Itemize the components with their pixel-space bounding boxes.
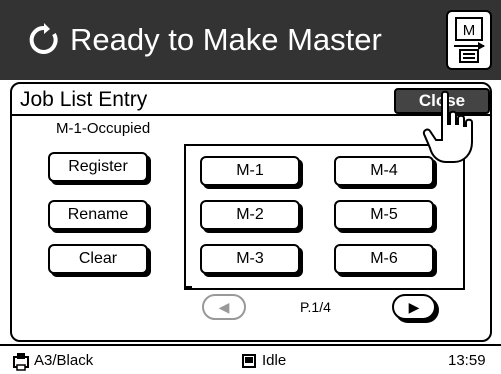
machine-state-text: Idle bbox=[262, 352, 287, 369]
slot-m6-button[interactable]: M-6 bbox=[334, 244, 434, 274]
slot-m3-button[interactable]: M-3 bbox=[200, 244, 300, 274]
panel-title: Job List Entry bbox=[20, 88, 148, 111]
slot-m4-button[interactable]: M-4 bbox=[334, 156, 434, 186]
master-button[interactable]: M bbox=[446, 10, 492, 70]
bottom-status-bar: A3/Black Idle 13:59 bbox=[0, 344, 501, 374]
master-letter: M bbox=[463, 22, 476, 39]
master-document-icon: M bbox=[454, 17, 485, 63]
printer-ink-icon bbox=[13, 353, 29, 371]
panel-header: Job List Entry Close bbox=[12, 84, 490, 116]
arrow-left-icon: ◀ bbox=[218, 299, 230, 315]
slot-m2-button[interactable]: M-2 bbox=[200, 200, 300, 230]
top-header: Ready to Make Master M bbox=[0, 0, 501, 80]
rename-button[interactable]: Rename bbox=[48, 200, 148, 230]
slot-m5-button[interactable]: M-5 bbox=[334, 200, 434, 230]
page-title: Ready to Make Master bbox=[70, 22, 382, 57]
arrow-right-icon: ▶ bbox=[408, 299, 420, 315]
machine-state-icon bbox=[242, 354, 256, 368]
page-next-button[interactable]: ▶ bbox=[392, 294, 436, 320]
page-indicator: P.1/4 bbox=[300, 299, 331, 315]
slot-status-text: M-1-Occupied bbox=[56, 120, 151, 137]
clock-text: 13:59 bbox=[448, 352, 486, 369]
hand-pointer-icon bbox=[422, 90, 473, 163]
register-button[interactable]: Register bbox=[48, 152, 148, 182]
paper-status-text: A3/Black bbox=[34, 352, 94, 369]
refresh-icon bbox=[29, 23, 58, 54]
slot-m1-button[interactable]: M-1 bbox=[200, 156, 300, 186]
clear-button[interactable]: Clear bbox=[48, 244, 148, 274]
slot-grid-divider bbox=[184, 288, 465, 290]
page-prev-button[interactable]: ◀ bbox=[202, 294, 246, 320]
